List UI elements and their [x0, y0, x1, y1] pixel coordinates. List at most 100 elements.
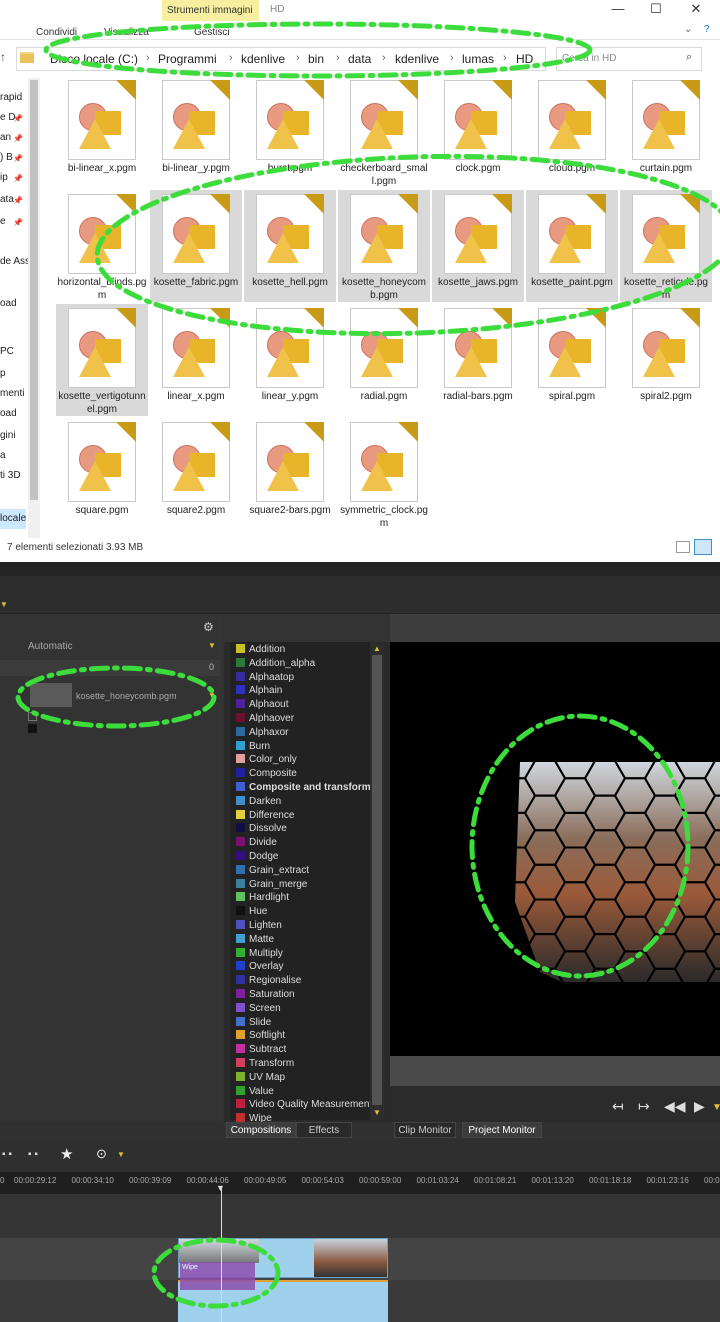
file-tile[interactable]: linear_y.pgm [244, 304, 336, 416]
effect-list-item[interactable]: Hardlight [236, 892, 370, 906]
settings-sliders-icon[interactable]: ⚙ [203, 620, 214, 634]
effect-list-item[interactable]: Darken [236, 795, 370, 810]
tab-compositions[interactable]: Compositions [226, 1122, 296, 1138]
effect-list-item[interactable]: Color_only [236, 754, 370, 768]
split-icon[interactable]: ▪ ▪ [2, 1149, 12, 1160]
context-tab-label[interactable]: Strumenti immagini [167, 5, 253, 16]
play-icon[interactable]: ▶ [694, 1098, 705, 1115]
effect-list-item[interactable]: Addition [236, 644, 370, 658]
star-icon[interactable]: ★ [60, 1145, 73, 1163]
chevron-right-icon[interactable]: › [382, 52, 386, 64]
record-icon[interactable]: ⊙ [96, 1146, 107, 1162]
nav-item[interactable]: locale [0, 513, 26, 524]
file-tile[interactable]: burst.pgm [244, 76, 336, 188]
up-arrow-icon[interactable]: ↑ [0, 50, 6, 64]
effect-list-item[interactable]: Divide [236, 837, 370, 851]
chevron-down-icon[interactable]: ▼ [117, 1150, 125, 1159]
nav-item[interactable]: ip [0, 172, 8, 183]
file-tile[interactable]: kosette_honeycomb.pgm [338, 190, 430, 302]
effect-list-item[interactable]: Lighten [236, 920, 370, 934]
effect-list-item[interactable]: Matte [236, 933, 370, 948]
chevron-down-icon[interactable]: ⌄ [684, 24, 692, 35]
tab-view[interactable]: Visualizza [104, 27, 149, 38]
split-icon[interactable]: ▪ ▪ [28, 1149, 38, 1160]
nav-item[interactable]: oad [0, 408, 17, 419]
effect-list-item[interactable]: UV Map [236, 1071, 370, 1086]
effect-list-item[interactable]: Dodge [236, 851, 370, 865]
details-view-icon[interactable] [676, 541, 690, 553]
file-tile[interactable]: horizontal_blinds.pgm [56, 190, 148, 302]
effect-list-item[interactable]: Regionalise [236, 975, 370, 989]
pin-icon[interactable]: 📌 [13, 114, 23, 123]
nav-item[interactable]: ) B [0, 152, 13, 163]
effect-list-item[interactable]: Dissolve [236, 823, 370, 837]
breadcrumb-lumas[interactable]: lumas [462, 52, 494, 66]
search-icon[interactable]: ⌕ [686, 51, 692, 64]
effect-list-item[interactable]: Saturation [236, 989, 370, 1003]
help-icon[interactable]: ? [704, 24, 710, 35]
file-tile[interactable]: bi-linear_x.pgm [56, 76, 148, 188]
file-tile[interactable]: linear_x.pgm [150, 304, 242, 416]
playhead[interactable] [221, 1186, 222, 1322]
effect-list-item[interactable]: Alphaxor [236, 726, 370, 741]
effect-list-item[interactable]: Slide [236, 1016, 370, 1031]
file-tile[interactable]: spiral.pgm [526, 304, 618, 416]
go-to-zone-end-icon[interactable]: ↦ [638, 1098, 650, 1115]
breadcrumb-disk[interactable]: Disco locale (C:) [50, 52, 138, 66]
chevron-right-icon[interactable]: › [450, 52, 454, 64]
rewind-icon[interactable]: ◀◀ [664, 1098, 686, 1115]
file-tile[interactable]: checkerboard_small.pgm [338, 76, 430, 188]
breadcrumb-kdenlive-2[interactable]: kdenlive [395, 52, 439, 66]
file-tile[interactable]: square.pgm [56, 418, 148, 530]
minimize-button[interactable]: — [600, 0, 636, 18]
effect-list-item[interactable]: Value [236, 1085, 370, 1100]
file-tile[interactable]: curtain.pgm [620, 76, 712, 188]
scroll-up-arrow-icon[interactable]: ▲ [373, 644, 381, 653]
chevron-down-icon[interactable]: ▼ [0, 600, 8, 609]
checkbox[interactable] [28, 712, 37, 721]
chevron-right-icon[interactable]: › [503, 52, 507, 64]
effect-list-item[interactable]: Burn [236, 740, 370, 755]
chevron-down-icon[interactable]: ▼ [712, 1102, 720, 1113]
effect-list-item[interactable]: Grain_extract [236, 864, 370, 879]
nav-item[interactable]: gini [0, 430, 16, 441]
effect-list-item[interactable]: Composite and transform [236, 782, 370, 796]
nav-item[interactable]: rapid [0, 92, 22, 103]
effect-list-item[interactable]: Screen [236, 1002, 370, 1017]
nav-item[interactable]: a [0, 450, 6, 461]
file-tile[interactable]: symmetric_clock.pgm [338, 418, 430, 530]
breadcrumb-programmi[interactable]: Programmi [158, 52, 217, 66]
effect-list-item[interactable]: Addition_alpha [236, 657, 370, 672]
chevron-right-icon[interactable]: › [336, 52, 340, 64]
close-button[interactable]: ✕ [678, 0, 714, 18]
nav-scrollbar-thumb[interactable] [30, 80, 38, 500]
breadcrumb-bin[interactable]: bin [308, 52, 324, 66]
effect-list-item[interactable]: Alphain [236, 685, 370, 699]
file-tile[interactable]: kosette_jaws.pgm [432, 190, 524, 302]
nav-item[interactable]: p [0, 368, 6, 379]
monitor-ruler[interactable] [390, 1056, 720, 1086]
pin-icon[interactable]: 📌 [13, 174, 23, 183]
file-tile[interactable]: kosette_fabric.pgm [150, 190, 242, 302]
large-icons-view-icon[interactable] [694, 539, 712, 555]
file-tile[interactable]: square2-bars.pgm [244, 418, 336, 530]
context-sub-tab[interactable]: HD [270, 4, 284, 15]
nav-item[interactable]: ti 3D [0, 470, 21, 481]
clip-name[interactable]: kosette_honeycomb.pgm [76, 691, 177, 701]
scroll-down-arrow-icon[interactable]: ▼ [373, 1108, 381, 1117]
pin-icon[interactable]: 📌 [13, 196, 23, 205]
effect-list-item[interactable]: Overlay [236, 961, 370, 975]
nav-item[interactable]: ata [0, 194, 14, 205]
file-tile[interactable]: kosette_hell.pgm [244, 190, 336, 302]
file-tile[interactable]: kosette_reticule.pgm [620, 190, 712, 302]
composition-mode[interactable]: Automatic [28, 641, 72, 652]
effect-list-item[interactable]: Hue [236, 906, 370, 920]
pin-icon[interactable]: 📌 [13, 134, 23, 143]
effects-scrollbar-thumb[interactable] [372, 655, 382, 1105]
composition-clip[interactable]: Wipe [180, 1262, 255, 1290]
chevron-down-icon[interactable]: ▼ [208, 641, 216, 650]
go-to-zone-start-icon[interactable]: ↤ [612, 1098, 624, 1115]
tab-share[interactable]: Condividi [36, 27, 77, 38]
effect-list-item[interactable]: Transform [236, 1058, 370, 1072]
effect-list-item[interactable]: Subtract [236, 1044, 370, 1058]
